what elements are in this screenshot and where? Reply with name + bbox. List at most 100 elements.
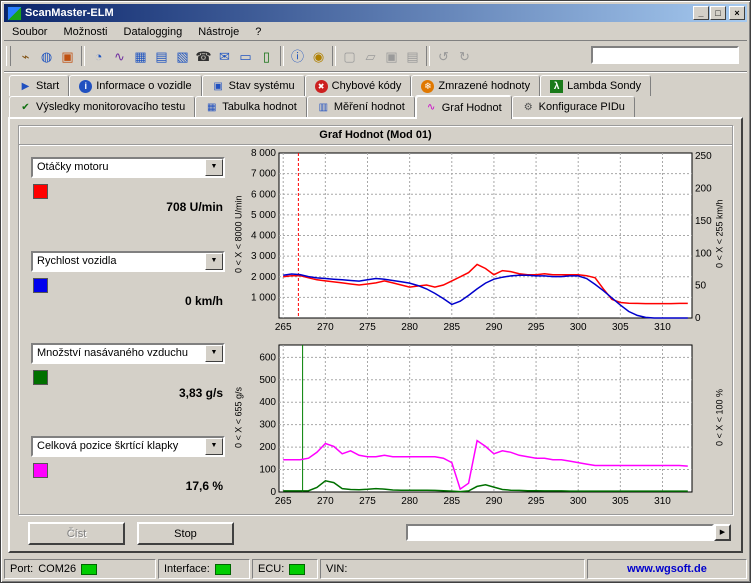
- battery-icon[interactable]: ▯: [256, 46, 277, 67]
- values-list-icon[interactable]: ▤: [151, 46, 172, 67]
- values-table-icon: ▦: [205, 101, 218, 114]
- gauge-icon[interactable]: ◔: [88, 46, 109, 67]
- right-axis-label: 0 < X < 255 km/h: [714, 149, 725, 319]
- tab-konfigurace-pidu[interactable]: ⚙ Konfigurace PIDu: [512, 96, 635, 117]
- close-button[interactable]: ×: [729, 6, 745, 20]
- car-info-icon: i: [79, 80, 92, 93]
- toolbar-separator: [332, 46, 336, 66]
- selector-block-3: Množství nasávaného vzduchu ▼ 3,83 g/s: [31, 343, 225, 405]
- tab-label: Graf Hodnot: [442, 102, 502, 114]
- license-icon[interactable]: ◉: [308, 46, 329, 67]
- svg-text:3 000: 3 000: [251, 251, 276, 262]
- phone-icon[interactable]: ☎: [193, 46, 214, 67]
- globe-icon[interactable]: ◍: [36, 46, 57, 67]
- svg-text:100: 100: [259, 465, 276, 476]
- left-axis-label: 0 < X < 8000 U/min: [233, 149, 244, 319]
- svg-text:305: 305: [612, 322, 629, 333]
- toolbar-grip[interactable]: [6, 46, 11, 66]
- menu-datalogging[interactable]: Datalogging: [116, 24, 191, 40]
- status-interface: Interface:: [158, 559, 250, 579]
- tab-informace-o-vozidle[interactable]: i Informace o vozidle: [69, 75, 201, 96]
- tab-label: Informace o vozidle: [96, 80, 191, 92]
- open-folder-icon: ▱: [360, 46, 381, 67]
- chevron-down-icon[interactable]: ▼: [205, 438, 223, 455]
- chevron-down-icon[interactable]: ▼: [205, 345, 223, 362]
- system-status-icon: ▣: [212, 80, 225, 93]
- monitor-test-icon: ✔: [19, 101, 32, 114]
- message-icon[interactable]: ✉: [214, 46, 235, 67]
- tab-chybove-kody[interactable]: ✖ Chybové kódy: [305, 75, 412, 96]
- svg-text:200: 200: [259, 442, 276, 453]
- tab-label: Tabulka hodnot: [222, 101, 297, 113]
- tab-stav-systemu[interactable]: ▣ Stav systému: [202, 75, 305, 96]
- undo-icon: ↺: [433, 46, 454, 67]
- svg-text:200: 200: [695, 184, 712, 195]
- svg-text:295: 295: [528, 322, 545, 333]
- menu-help[interactable]: ?: [247, 24, 269, 40]
- info-icon[interactable]: ⓘ: [287, 46, 308, 67]
- pid-select-1[interactable]: Otáčky motoru ▼: [31, 157, 225, 178]
- graph-group-title: Graf Hodnot (Mod 01): [19, 126, 732, 145]
- tab-graf-hodnot[interactable]: ∿ Graf Hodnot: [415, 95, 512, 119]
- graph-icon[interactable]: ∿: [109, 46, 130, 67]
- save-icon: ▣: [381, 46, 402, 67]
- table-icon[interactable]: ▦: [130, 46, 151, 67]
- svg-text:4 000: 4 000: [251, 231, 276, 242]
- status-bar: Port: COM26 Interface: ECU: VIN: www.wgs…: [4, 557, 747, 579]
- series-color-swatch: [33, 278, 48, 293]
- menu-soubor[interactable]: Soubor: [4, 24, 55, 40]
- tab-mereni-hodnot[interactable]: ▥ Měření hodnot: [307, 96, 415, 117]
- svg-text:290: 290: [486, 496, 503, 507]
- redo-icon: ↻: [454, 46, 475, 67]
- monitor-icon[interactable]: ▭: [235, 46, 256, 67]
- tab-start[interactable]: ▶ Start: [9, 75, 69, 96]
- chart-canvas: 2652702752802852902953003053101 0002 000…: [233, 147, 725, 335]
- svg-text:2 000: 2 000: [251, 272, 276, 283]
- svg-text:8 000: 8 000: [251, 148, 276, 159]
- dtc-icon[interactable]: ▧: [172, 46, 193, 67]
- svg-text:275: 275: [359, 496, 376, 507]
- connect-icon[interactable]: ⌁: [15, 46, 36, 67]
- tab-label: Chybové kódy: [332, 80, 402, 92]
- menu-nastroje[interactable]: Nástroje: [190, 24, 247, 40]
- maximize-button[interactable]: □: [710, 6, 726, 20]
- chip-icon[interactable]: ▣: [57, 46, 78, 67]
- pid-select-3[interactable]: Množství nasávaného vzduchu ▼: [31, 343, 225, 364]
- tab-zmrazene-hodnoty[interactable]: ❄ Zmrazené hodnoty: [411, 75, 540, 96]
- menu-bar: Soubor Možnosti Datalogging Nástroje ?: [4, 22, 747, 42]
- title-bar[interactable]: ScanMaster-ELM _ □ ×: [4, 4, 747, 22]
- minimize-button[interactable]: _: [693, 6, 709, 20]
- toolbar-separator: [81, 46, 85, 66]
- pid-select-4[interactable]: Celková pozice škrtící klapky ▼: [31, 436, 225, 457]
- tab-vysledky-monitorovaciho-testu[interactable]: ✔ Výsledky monitorovacího testu: [9, 96, 195, 117]
- svg-text:6 000: 6 000: [251, 189, 276, 200]
- lambda-sensor-icon: λ: [550, 80, 563, 93]
- toolbar-separator: [280, 46, 284, 66]
- pid-select-2[interactable]: Rychlost vozidla ▼: [31, 251, 225, 272]
- left-axis-label: 0 < X < 655 g/s: [233, 341, 244, 493]
- svg-text:265: 265: [275, 322, 292, 333]
- toolbar-input[interactable]: [591, 46, 739, 64]
- freeze-frame-icon: ❄: [421, 80, 434, 93]
- chevron-down-icon[interactable]: ▼: [205, 159, 223, 176]
- chevron-down-icon[interactable]: ▼: [205, 253, 223, 270]
- read-button[interactable]: Číst: [28, 522, 125, 545]
- combo-selected-value: Celková pozice škrtící klapky: [33, 438, 205, 455]
- svg-text:305: 305: [612, 496, 629, 507]
- chart-scrollbar[interactable]: ▶: [406, 524, 731, 541]
- interface-label: Interface:: [164, 563, 210, 575]
- menu-moznosti[interactable]: Možnosti: [55, 24, 115, 40]
- error-codes-icon: ✖: [315, 80, 328, 93]
- svg-text:285: 285: [443, 496, 460, 507]
- values-measure-icon: ▥: [317, 101, 330, 114]
- print-icon: ▤: [402, 46, 423, 67]
- website-link[interactable]: www.wgsoft.de: [627, 563, 707, 575]
- status-vin: VIN:: [320, 559, 585, 579]
- svg-text:280: 280: [401, 496, 418, 507]
- status-website: www.wgsoft.de: [587, 559, 747, 579]
- tab-tabulka-hodnot[interactable]: ▦ Tabulka hodnot: [195, 96, 307, 117]
- scrollbar-track[interactable]: [406, 524, 714, 541]
- stop-button[interactable]: Stop: [137, 522, 234, 545]
- scroll-right-button[interactable]: ▶: [714, 524, 731, 541]
- tab-lambda-sondy[interactable]: λ Lambda Sondy: [540, 75, 651, 96]
